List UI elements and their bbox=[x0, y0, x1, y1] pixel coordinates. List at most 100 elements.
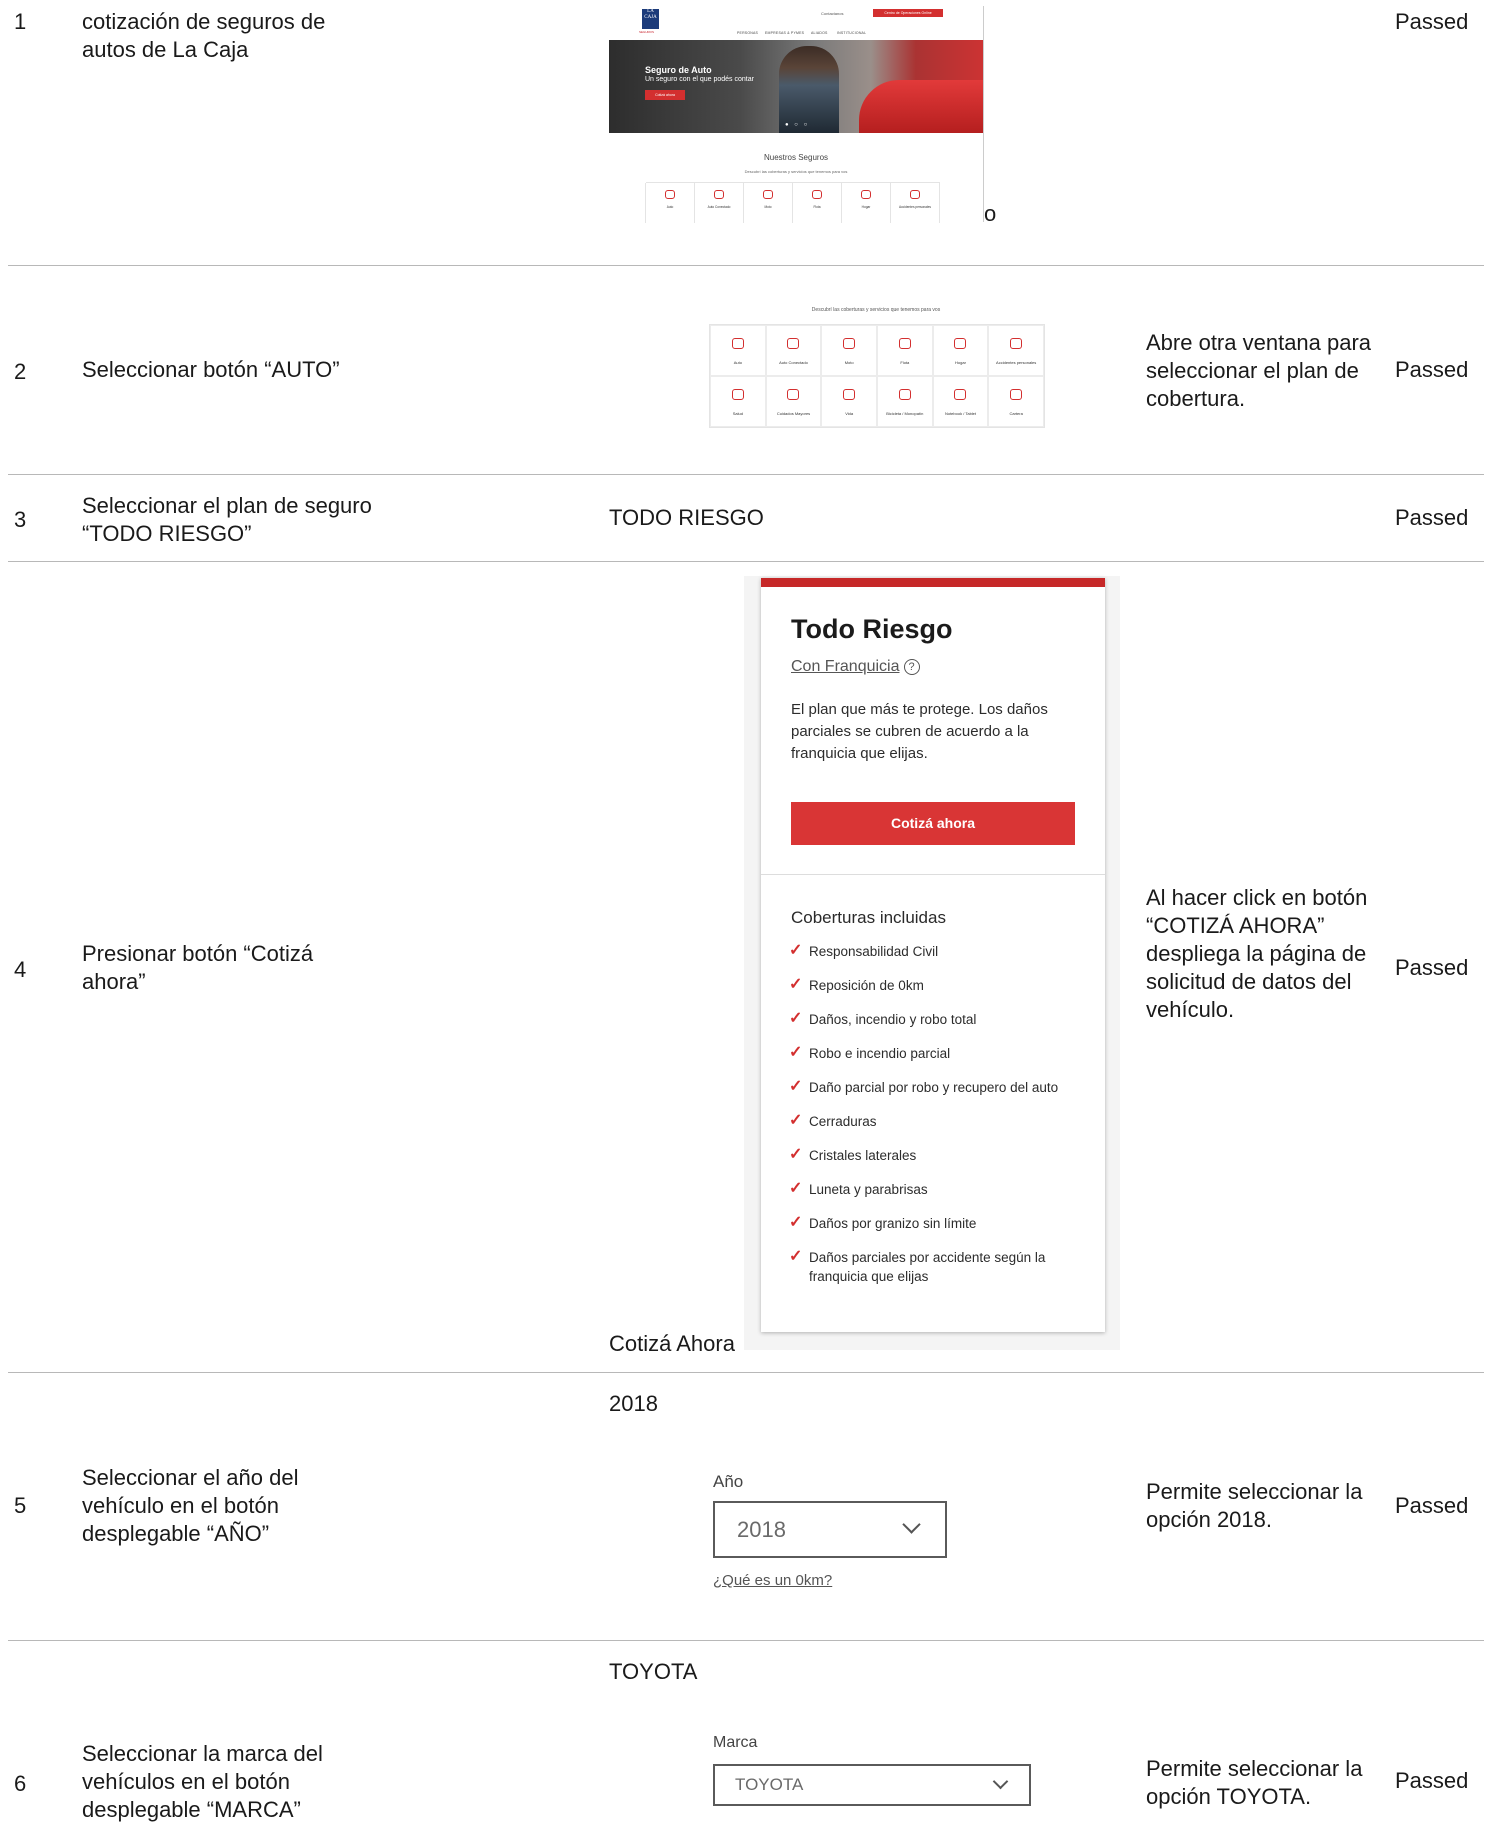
coverages-title: Coberturas incluidas bbox=[791, 908, 946, 927]
cotiza-ahora-button[interactable]: Cotizá ahora bbox=[791, 802, 1075, 845]
nav-institucional[interactable]: INSTITUCIONAL bbox=[837, 31, 866, 35]
year-select[interactable]: 2018 bbox=[713, 1501, 947, 1558]
accident-icon bbox=[910, 190, 920, 199]
row-divider bbox=[8, 474, 1484, 475]
row-2-step: Seleccionar botón “AUTO” bbox=[82, 357, 340, 382]
product-hogar[interactable]: Hogar bbox=[841, 183, 891, 223]
product-notebook[interactable]: Notebook / Tablet bbox=[932, 376, 989, 427]
check-icon: ✓ bbox=[789, 1146, 803, 1163]
product-vida[interactable]: Vida bbox=[821, 376, 877, 427]
product-moto[interactable]: Moto bbox=[743, 183, 793, 223]
product-cuidados-mayores[interactable]: Cuidados Mayores bbox=[765, 376, 822, 427]
product-flota[interactable]: Flota bbox=[792, 183, 842, 223]
product-hogar[interactable]: Hogar bbox=[932, 325, 989, 376]
logo-subtitle: SEGUROS bbox=[639, 30, 655, 34]
product-bicicleta[interactable]: Bicicleta / Monopatín bbox=[877, 376, 933, 427]
brand-select-value: TOYOTA bbox=[735, 1775, 804, 1794]
accident-icon bbox=[1010, 338, 1023, 349]
car-icon bbox=[731, 338, 744, 349]
motorcycle-icon bbox=[763, 190, 773, 199]
section-title: Nuestros Seguros bbox=[763, 153, 829, 162]
check-icon: ✓ bbox=[789, 1044, 803, 1061]
products-row: Auto Auto Conectado Moto Flota Hogar Acc… bbox=[645, 182, 940, 223]
coverage-item: ✓ Reposición de 0km bbox=[789, 976, 924, 993]
what-is-0km-link[interactable]: ¿Qué es un 0km? bbox=[713, 1572, 832, 1589]
row-3-data: TODO RIESGO bbox=[609, 505, 764, 530]
product-auto[interactable]: Auto bbox=[645, 183, 695, 223]
product-auto[interactable]: Auto bbox=[710, 325, 766, 376]
row-1-step: cotización de seguros de autos de La Caj… bbox=[82, 9, 326, 62]
nav-aliados[interactable]: ALIADOS bbox=[811, 31, 828, 35]
contact-link[interactable]: Contactanos bbox=[821, 11, 843, 16]
row-5-result: Permite seleccionar la opción 2018. bbox=[1146, 1479, 1363, 1532]
row-2-result: Abre otra ventana para seleccionar el pl… bbox=[1146, 330, 1372, 411]
motorcycle-icon bbox=[843, 338, 856, 349]
plan-description: El plan que más te protege. Los daños pa… bbox=[791, 701, 1048, 762]
hero-quote-button[interactable]: Cotizá ahora bbox=[645, 90, 685, 100]
home-icon bbox=[861, 190, 871, 199]
la-caja-logo: LA CAJA bbox=[642, 9, 659, 29]
row-6-number: 6 bbox=[14, 1771, 27, 1796]
row-5-number: 5 bbox=[14, 1493, 27, 1518]
section-description: Descubrí las coberturas y servicios que … bbox=[744, 169, 848, 174]
fleet-icon bbox=[812, 190, 822, 199]
online-operations-button[interactable]: Centro de Operaciones Online bbox=[873, 9, 943, 17]
coverage-item: ✓ Daño parcial por robo y recupero del au… bbox=[789, 1078, 1059, 1095]
nav-empresas[interactable]: EMPRESAS & PYMES bbox=[765, 31, 804, 35]
products-description: Descubrí las coberturas y servicios que … bbox=[811, 307, 941, 313]
row-3-step: Seleccionar el plan de seguro “TODO RIES… bbox=[82, 493, 372, 546]
help-icon[interactable]: ? bbox=[903, 659, 920, 675]
connected-car-icon bbox=[787, 338, 800, 349]
check-icon: ✓ bbox=[789, 942, 803, 959]
check-icon: ✓ bbox=[789, 976, 803, 993]
hero-person-image bbox=[779, 46, 839, 133]
check-icon: ✓ bbox=[789, 1078, 803, 1095]
home-icon bbox=[954, 338, 967, 349]
products-grid: Auto Auto Conectado Moto Flota Hogar Acc… bbox=[709, 324, 1045, 428]
check-icon: ✓ bbox=[789, 1180, 803, 1197]
product-flota[interactable]: Flota bbox=[877, 325, 933, 376]
coverage-item: ✓ Luneta y parabrisas bbox=[789, 1180, 928, 1197]
row-4-number: 4 bbox=[14, 957, 27, 982]
product-accidentes[interactable]: Accidentes personales bbox=[890, 183, 940, 223]
row-5-data: 2018 bbox=[609, 1391, 658, 1416]
site-header: LA CAJA SEGUROS Contactanos Centro de Op… bbox=[609, 6, 983, 40]
row-6-status: Passed bbox=[1395, 1768, 1469, 1793]
coverage-list: ✓ Responsabilidad Civil ✓ Reposición de 0k… bbox=[789, 942, 1079, 1292]
coverage-item: ✓ Daños, incendio y robo total bbox=[789, 1010, 977, 1027]
year-select-value: 2018 bbox=[737, 1517, 786, 1542]
row-4-step: Presionar botón “Cotizá ahora” bbox=[82, 941, 314, 994]
carousel-dots[interactable]: ● ○ ○ bbox=[785, 122, 809, 128]
row-4-status: Passed bbox=[1395, 955, 1469, 980]
franquicia-label: Con Franquicia bbox=[791, 658, 900, 675]
product-auto-conectado[interactable]: Auto Conectado bbox=[765, 325, 822, 376]
row-1-status: Passed bbox=[1395, 9, 1469, 34]
hero-car-image bbox=[859, 80, 983, 133]
hero-subtitle: Un seguro con el que podés contar bbox=[645, 76, 754, 83]
product-cartera[interactable]: Cartera bbox=[988, 376, 1044, 427]
row-divider bbox=[8, 1372, 1484, 1373]
product-moto[interactable]: Moto bbox=[821, 325, 877, 376]
product-accidentes[interactable]: Accidentes personales bbox=[988, 325, 1044, 376]
laptop-icon bbox=[954, 389, 967, 400]
row-6-data: TOYOTA bbox=[609, 1659, 698, 1684]
franquicia-link[interactable]: Con Franquicia? bbox=[791, 658, 920, 676]
plan-title: Todo Riesgo bbox=[791, 614, 953, 644]
row-3-number: 3 bbox=[14, 507, 27, 532]
row-4-data: Cotizá Ahora bbox=[609, 1331, 735, 1356]
chevron-down-icon bbox=[902, 1515, 921, 1534]
row-3-status: Passed bbox=[1395, 505, 1469, 530]
card-divider bbox=[761, 874, 1105, 875]
coverage-item: ✓ Responsabilidad Civil bbox=[789, 942, 939, 959]
nav-personas[interactable]: PERSONAS bbox=[737, 31, 758, 35]
coverage-item: ✓ Robo e incendio parcial bbox=[789, 1044, 951, 1061]
row-divider bbox=[8, 1640, 1484, 1641]
coverage-item: ✓ Daños parciales por accidente según la … bbox=[789, 1248, 1046, 1284]
chevron-down-icon bbox=[992, 1773, 1009, 1790]
brand-label: Marca bbox=[713, 1734, 758, 1751]
brand-select[interactable]: TOYOTA bbox=[713, 1764, 1031, 1806]
product-auto-conectado[interactable]: Auto Conectado bbox=[694, 183, 744, 223]
hero-title: Seguro de Auto bbox=[645, 65, 712, 75]
product-salud[interactable]: Salud bbox=[710, 376, 766, 427]
elderly-icon bbox=[787, 389, 800, 400]
